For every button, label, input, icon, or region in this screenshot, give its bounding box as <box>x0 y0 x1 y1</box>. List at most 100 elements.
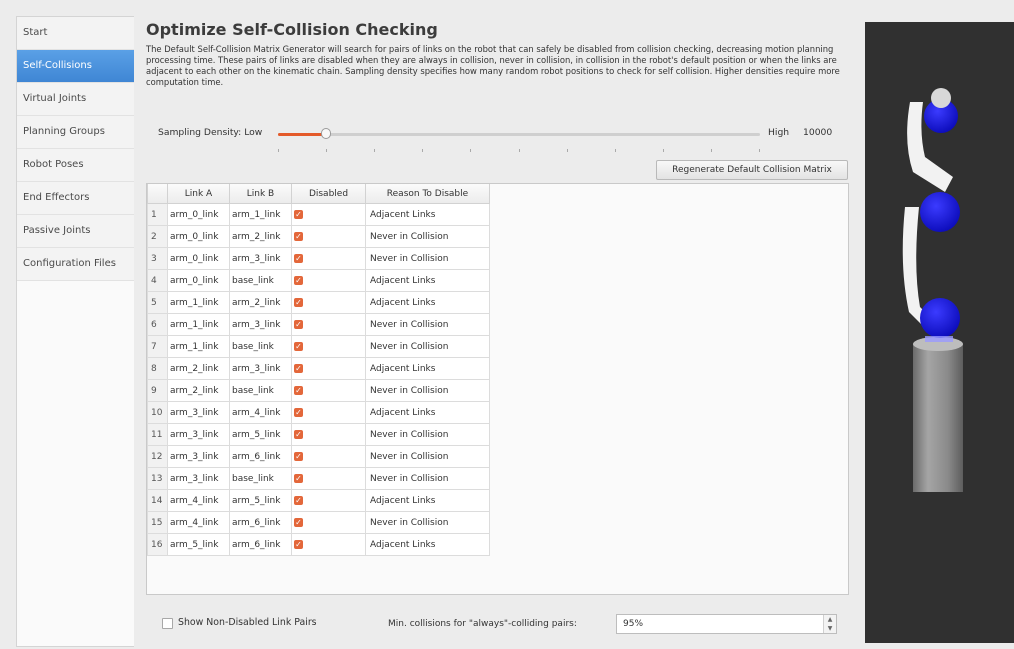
sidebar-item-virtual-joints[interactable]: Virtual Joints <box>17 83 134 116</box>
cell-reason[interactable]: Never in Collision <box>365 445 490 468</box>
cell-link-a: arm_2_link <box>167 379 230 402</box>
sidebar-item-passive-joints[interactable]: Passive Joints <box>17 215 134 248</box>
cell-reason[interactable]: Never in Collision <box>365 225 490 248</box>
min-collisions-spinbox[interactable]: 95% ▲ ▼ <box>616 614 837 634</box>
table-row[interactable]: 16 arm_5_link arm_6_link ✓ Adjacent Links <box>147 533 490 556</box>
slider-tick <box>710 149 712 152</box>
show-non-disabled-checkbox[interactable] <box>162 618 173 629</box>
cell-reason[interactable]: Never in Collision <box>365 467 490 490</box>
slider-tick <box>759 149 760 152</box>
min-collisions-label: Min. collisions for "always"-colliding p… <box>388 619 577 629</box>
sidebar-item-self-collisions[interactable]: Self-Collisions <box>17 50 134 83</box>
disabled-checkbox[interactable]: ✓ <box>294 517 303 527</box>
table-row[interactable]: 5 arm_1_link arm_2_link ✓ Adjacent Links <box>147 291 490 314</box>
sidebar-item-configuration-files[interactable]: Configuration Files <box>17 248 134 281</box>
disabled-checkbox[interactable]: ✓ <box>294 407 303 417</box>
table-row[interactable]: 1 arm_0_link arm_1_link ✓ Adjacent Links <box>147 203 490 226</box>
cell-reason[interactable]: Never in Collision <box>365 313 490 336</box>
spin-arrows-icon[interactable]: ▲ ▼ <box>823 615 836 633</box>
cell-reason[interactable]: Adjacent Links <box>365 291 490 314</box>
cell-link-b: arm_3_link <box>229 313 292 336</box>
cell-link-a: arm_4_link <box>167 489 230 512</box>
cell-reason[interactable]: Never in Collision <box>365 511 490 534</box>
table-row[interactable]: 7 arm_1_link base_link ✓ Never in Collision <box>147 335 490 358</box>
cell-reason[interactable]: Adjacent Links <box>365 269 490 292</box>
table-row[interactable]: 6 arm_1_link arm_3_link ✓ Never in Collision <box>147 313 490 336</box>
cell-disabled: ✓ <box>291 489 366 512</box>
cell-link-a: arm_2_link <box>167 357 230 380</box>
cell-link-b: arm_1_link <box>229 203 292 226</box>
cell-disabled: ✓ <box>291 423 366 446</box>
disabled-checkbox[interactable]: ✓ <box>294 385 303 395</box>
table-row[interactable]: 2 arm_0_link arm_2_link ✓ Never in Collision <box>147 225 490 248</box>
disabled-checkbox[interactable]: ✓ <box>294 451 303 461</box>
slider-handle[interactable] <box>321 128 332 139</box>
cell-reason[interactable]: Adjacent Links <box>365 203 490 226</box>
cell-link-a: arm_0_link <box>167 247 230 270</box>
header-reason[interactable]: Reason To Disable <box>365 184 490 204</box>
cell-reason[interactable]: Never in Collision <box>365 423 490 446</box>
table-row[interactable]: 14 arm_4_link arm_5_link ✓ Adjacent Links <box>147 489 490 512</box>
cell-reason[interactable]: Never in Collision <box>365 247 490 270</box>
table-row[interactable]: 13 arm_3_link base_link ✓ Never in Collision <box>147 467 490 490</box>
cell-link-a: arm_0_link <box>167 225 230 248</box>
cell-disabled: ✓ <box>291 445 366 468</box>
cell-disabled: ✓ <box>291 357 366 380</box>
table-row[interactable]: 10 arm_3_link arm_4_link ✓ Adjacent Links <box>147 401 490 424</box>
table-row[interactable]: 11 arm_3_link arm_5_link ✓ Never in Collisio… <box>147 423 490 446</box>
disabled-checkbox[interactable]: ✓ <box>294 363 303 373</box>
sampling-density-label: Sampling Density: Low <box>158 127 263 138</box>
table-row[interactable]: 3 arm_0_link arm_3_link ✓ Never in Collision <box>147 247 490 270</box>
table-row[interactable]: 15 arm_4_link arm_6_link ✓ Never in Collisio… <box>147 511 490 534</box>
header-link-a[interactable]: Link A <box>167 184 230 204</box>
table-row[interactable]: 4 arm_0_link base_link ✓ Adjacent Links <box>147 269 490 292</box>
page-description: The Default Self-Collision Matrix Genera… <box>146 44 840 87</box>
slider-tick <box>326 149 328 152</box>
disabled-checkbox[interactable]: ✓ <box>294 253 303 263</box>
sidebar-item-robot-poses[interactable]: Robot Poses <box>17 149 134 182</box>
cell-reason[interactable]: Adjacent Links <box>365 357 490 380</box>
slider-fill <box>278 133 327 136</box>
disabled-checkbox[interactable]: ✓ <box>294 297 303 307</box>
sampling-density-slider[interactable] <box>278 128 760 152</box>
cell-reason[interactable]: Adjacent Links <box>365 401 490 424</box>
row-index: 8 <box>147 357 168 380</box>
disabled-checkbox[interactable]: ✓ <box>294 473 303 483</box>
cell-link-b: arm_2_link <box>229 291 292 314</box>
disabled-checkbox[interactable]: ✓ <box>294 231 303 241</box>
cell-disabled: ✓ <box>291 291 366 314</box>
disabled-checkbox[interactable]: ✓ <box>294 429 303 439</box>
header-link-b[interactable]: Link B <box>229 184 292 204</box>
sidebar-item-start[interactable]: Start <box>17 17 134 50</box>
disabled-checkbox[interactable]: ✓ <box>294 319 303 329</box>
robot-3d-viewport[interactable] <box>865 22 1014 643</box>
disabled-checkbox[interactable]: ✓ <box>294 209 303 219</box>
disabled-checkbox[interactable]: ✓ <box>294 495 303 505</box>
min-collisions-value: 95% <box>623 619 644 629</box>
table-row[interactable]: 12 arm_3_link arm_6_link ✓ Never in Collisio… <box>147 445 490 468</box>
cell-link-b: base_link <box>229 379 292 402</box>
row-index: 13 <box>147 467 168 490</box>
cell-link-b: arm_2_link <box>229 225 292 248</box>
table-row[interactable]: 9 arm_2_link base_link ✓ Never in Collision <box>147 379 490 402</box>
cell-reason[interactable]: Adjacent Links <box>365 533 490 556</box>
regenerate-collision-matrix-button[interactable]: Regenerate Default Collision Matrix <box>656 160 848 180</box>
collision-table: Link A Link B Disabled Reason To Disable… <box>146 183 849 595</box>
robot-model-render <box>902 88 963 492</box>
cell-reason[interactable]: Never in Collision <box>365 335 490 358</box>
cell-link-a: arm_1_link <box>167 291 230 314</box>
sidebar: Start Self-Collisions Virtual Joints Pla… <box>16 16 135 647</box>
disabled-checkbox[interactable]: ✓ <box>294 275 303 285</box>
slider-tick <box>374 149 376 152</box>
cell-reason[interactable]: Adjacent Links <box>365 489 490 512</box>
header-disabled[interactable]: Disabled <box>291 184 366 204</box>
row-index: 7 <box>147 335 168 358</box>
cell-reason[interactable]: Never in Collision <box>365 379 490 402</box>
disabled-checkbox[interactable]: ✓ <box>294 539 303 549</box>
cell-link-a: arm_4_link <box>167 511 230 534</box>
table-row[interactable]: 8 arm_2_link arm_3_link ✓ Adjacent Links <box>147 357 490 380</box>
sampling-density-value: 10000 <box>803 127 833 138</box>
sidebar-item-planning-groups[interactable]: Planning Groups <box>17 116 134 149</box>
disabled-checkbox[interactable]: ✓ <box>294 341 303 351</box>
sidebar-item-end-effectors[interactable]: End Effectors <box>17 182 134 215</box>
